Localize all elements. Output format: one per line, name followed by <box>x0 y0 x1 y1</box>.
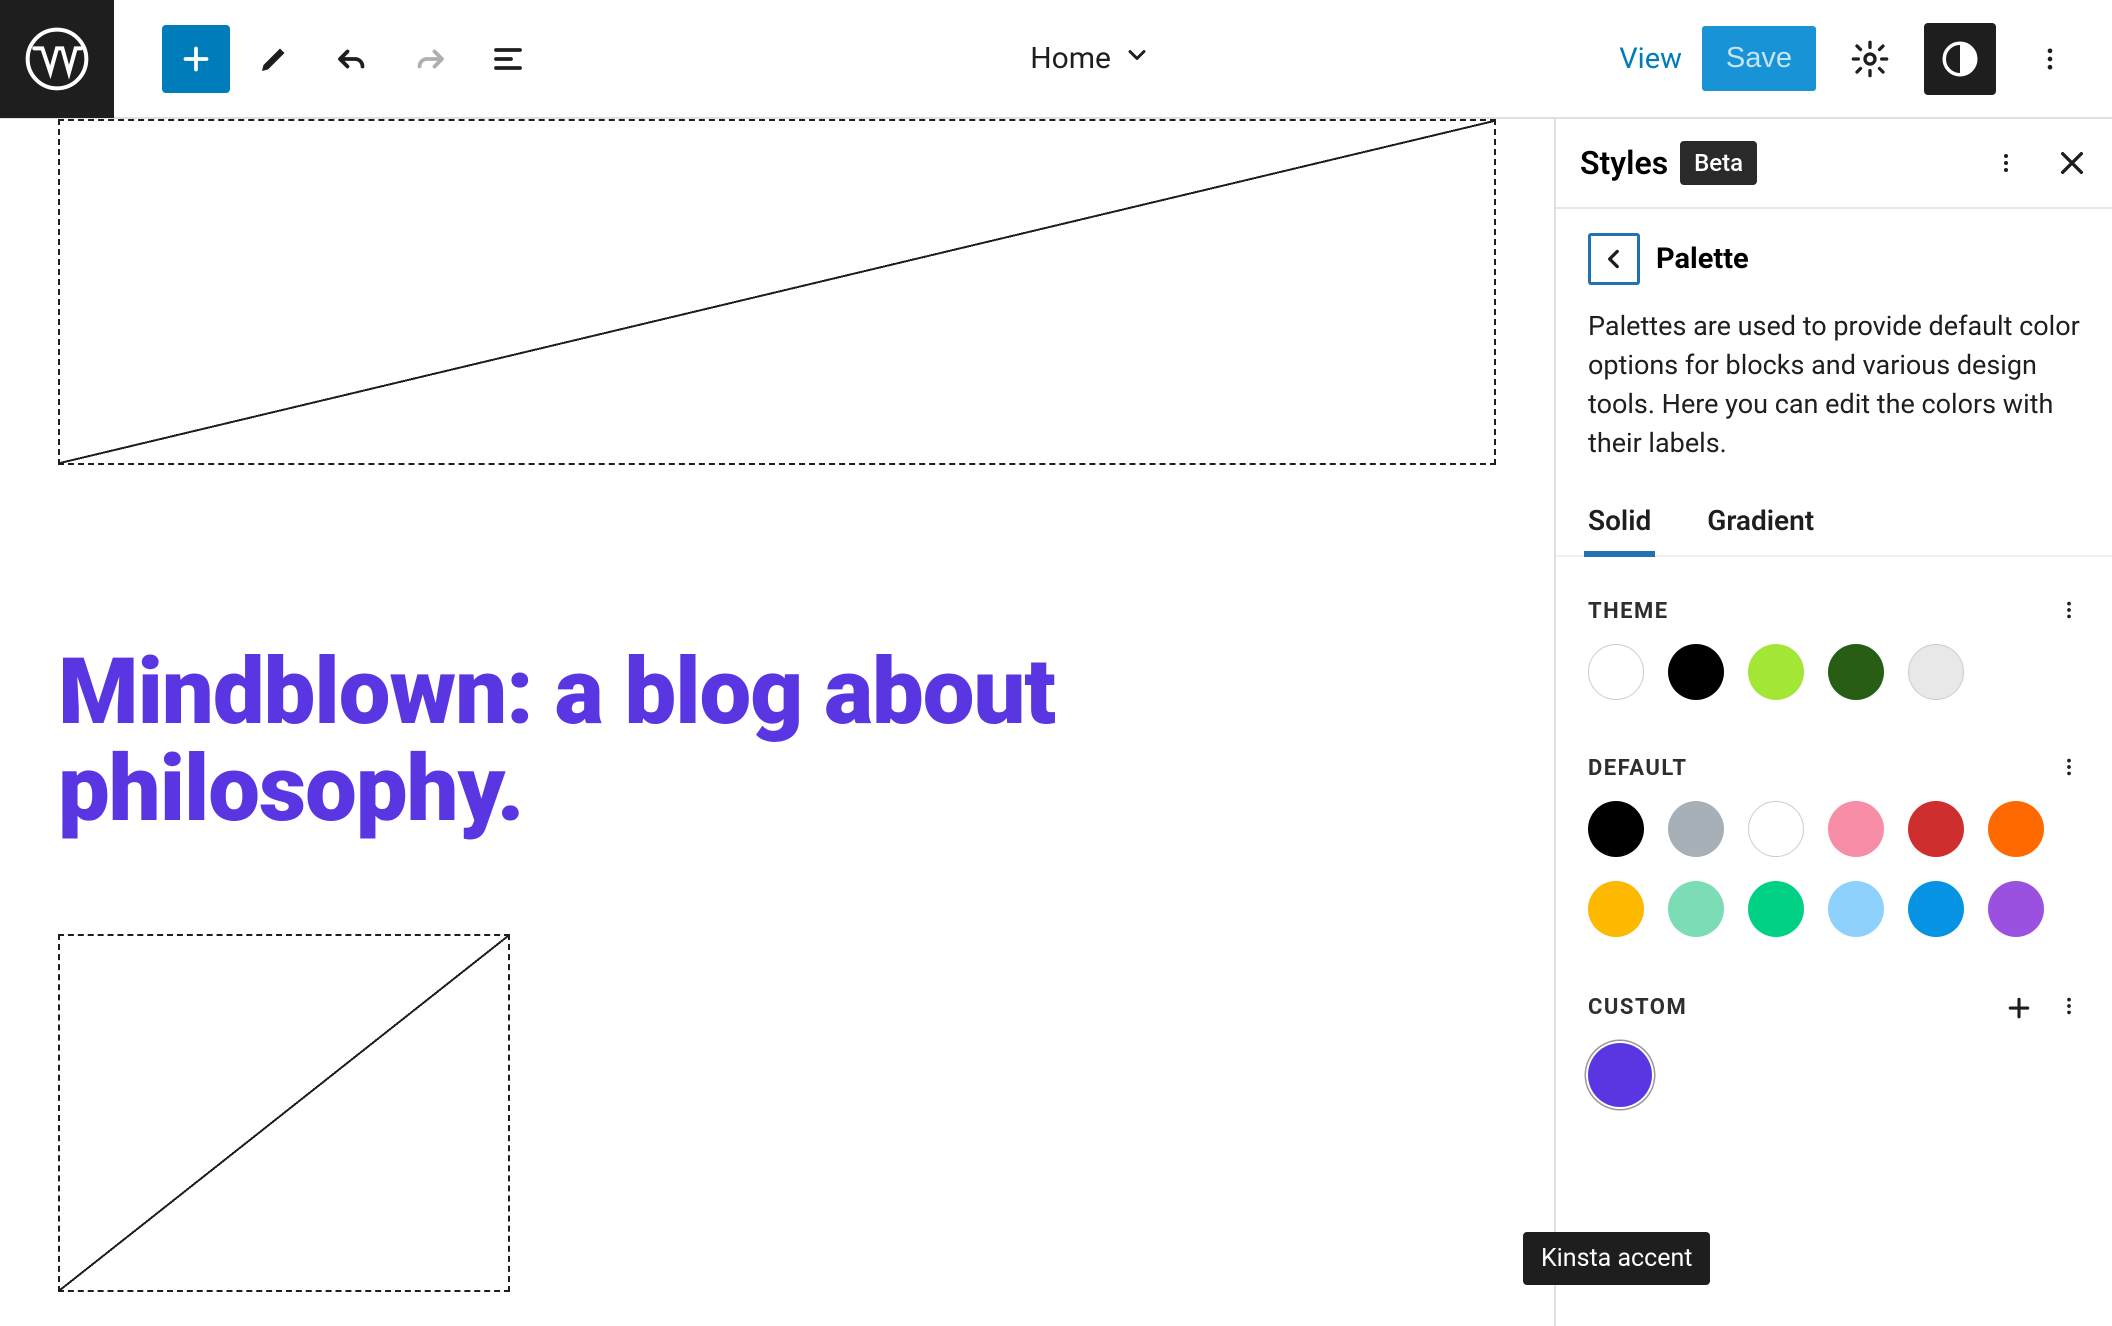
color-swatch[interactable] <box>1748 881 1804 937</box>
color-swatch[interactable] <box>1908 644 1964 700</box>
default-label: DEFAULT <box>1588 756 1687 781</box>
theme-more-button[interactable] <box>2058 599 2080 624</box>
tab-solid[interactable]: Solid <box>1588 504 1651 555</box>
tab-gradient[interactable]: Gradient <box>1707 504 1814 555</box>
document-title: Home <box>1030 41 1111 76</box>
redo-button[interactable] <box>396 25 464 93</box>
page-heading[interactable]: Mindblown: a blog about philosophy. <box>58 645 1496 838</box>
palette-description: Palettes are used to provide default col… <box>1588 307 2080 464</box>
undo-button[interactable] <box>318 25 386 93</box>
color-swatch[interactable] <box>1828 644 1884 700</box>
color-swatch[interactable] <box>1748 644 1804 700</box>
sidebar-title: Styles <box>1580 144 1668 182</box>
theme-section-head: THEME <box>1588 599 2080 624</box>
custom-more-button[interactable] <box>2058 993 2080 1023</box>
image-placeholder-bottom[interactable] <box>58 934 510 1292</box>
add-block-button[interactable] <box>162 25 230 93</box>
color-swatch[interactable] <box>1908 881 1964 937</box>
styles-sidebar: Styles Beta Palette Palettes are used to… <box>1556 118 2112 1326</box>
custom-label: CUSTOM <box>1588 995 1687 1020</box>
panel-nav: Palette <box>1588 233 2080 285</box>
view-link[interactable]: View <box>1619 42 1682 76</box>
default-more-button[interactable] <box>2058 756 2080 781</box>
styles-button[interactable] <box>1924 23 1996 95</box>
image-placeholder-top[interactable] <box>58 119 1496 465</box>
palette-tabs: Solid Gradient <box>1556 504 2112 557</box>
back-button[interactable] <box>1588 233 1640 285</box>
chevron-down-icon <box>1123 41 1151 77</box>
custom-section-head: CUSTOM <box>1588 993 2080 1023</box>
color-swatch[interactable] <box>1908 801 1964 857</box>
wordpress-logo[interactable] <box>0 0 114 118</box>
edit-tool-button[interactable] <box>240 25 308 93</box>
color-swatch[interactable] <box>1588 644 1644 700</box>
close-sidebar-button[interactable] <box>2056 147 2088 179</box>
panel-title: Palette <box>1656 242 1749 276</box>
more-options-button[interactable] <box>2016 25 2084 93</box>
add-custom-color-button[interactable] <box>2004 993 2034 1023</box>
color-swatch[interactable] <box>1668 881 1724 937</box>
color-swatch[interactable] <box>1988 801 2044 857</box>
sidebar-header: Styles Beta <box>1556 119 2112 209</box>
color-swatch[interactable] <box>1828 881 1884 937</box>
content-area: Mindblown: a blog about philosophy. Styl… <box>0 118 2112 1326</box>
color-swatch[interactable] <box>1588 801 1644 857</box>
color-swatch[interactable] <box>1668 801 1724 857</box>
top-toolbar: Home View Save <box>0 0 2112 118</box>
custom-swatches <box>1588 1043 2080 1107</box>
color-swatch[interactable] <box>1748 801 1804 857</box>
theme-swatches <box>1588 644 2080 700</box>
toolbar-left <box>114 25 562 93</box>
color-swatch[interactable] <box>1828 801 1884 857</box>
sidebar-more-button[interactable] <box>1994 151 2018 175</box>
list-view-button[interactable] <box>474 25 542 93</box>
save-button[interactable]: Save <box>1702 26 1816 91</box>
editor-canvas[interactable]: Mindblown: a blog about philosophy. <box>0 118 1556 1326</box>
default-swatches <box>1588 801 2080 937</box>
color-swatch[interactable] <box>1668 644 1724 700</box>
color-swatch[interactable] <box>1588 881 1644 937</box>
color-tooltip: Kinsta accent <box>1523 1232 1710 1285</box>
color-swatch[interactable] <box>1988 881 2044 937</box>
beta-badge: Beta <box>1680 141 1757 185</box>
color-swatch[interactable] <box>1588 1043 1652 1107</box>
document-title-area[interactable]: Home <box>562 41 1619 77</box>
toolbar-right: View Save <box>1619 23 2084 95</box>
theme-label: THEME <box>1588 599 1669 624</box>
settings-button[interactable] <box>1836 25 1904 93</box>
sidebar-body: Palette Palettes are used to provide def… <box>1556 209 2112 1131</box>
default-section-head: DEFAULT <box>1588 756 2080 781</box>
